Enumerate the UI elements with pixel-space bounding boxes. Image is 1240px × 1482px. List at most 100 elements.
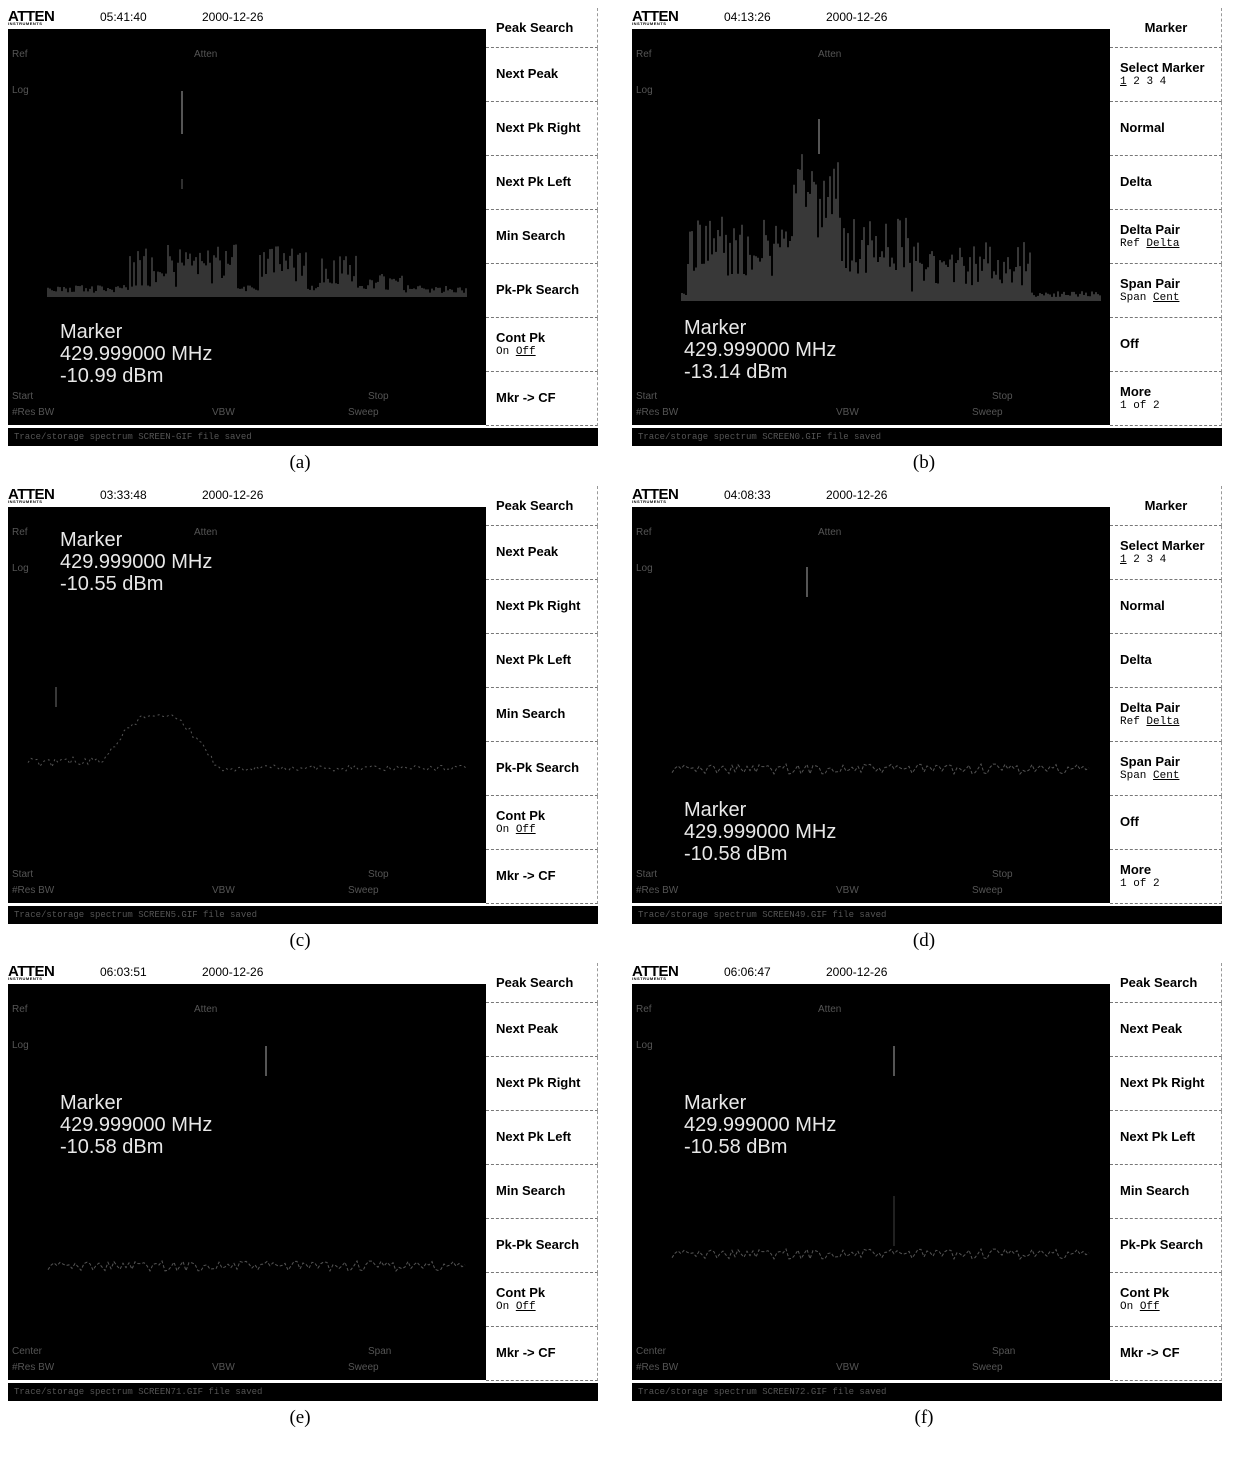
softkey-select-marker[interactable]: Select Marker 1 2 3 4 [1110,48,1222,102]
softkey-more[interactable]: More 1 of 2 [1110,850,1222,904]
softkey-delta[interactable]: Delta [1110,634,1222,688]
softkey-cont-pk[interactable]: Cont Pk On Off [486,318,598,372]
softkey-pk-pk-search[interactable]: Pk-Pk Search [486,1219,598,1273]
softkey-mkr-cf[interactable]: Mkr -> CF [486,1327,598,1381]
softkey-sublabel: 1 of 2 [1120,878,1160,890]
softkey-option: Delta [1146,238,1180,250]
start-freq-label: Center [636,1346,667,1357]
sweep-label: Sweep [972,885,1003,896]
softkey-more[interactable]: More 1 of 2 [1110,372,1222,426]
softkey-normal[interactable]: Normal [1110,580,1222,634]
softkey-option: On [1120,1301,1134,1313]
softkey-label: Marker [1144,498,1188,513]
atten-label: Atten [818,527,842,538]
softkey-option: On [496,346,510,358]
softkey-next-peak[interactable]: Next Peak [486,1003,598,1057]
softkey-label: Next Pk Left [496,652,572,667]
spectrum-display: Ref Atten Log Start Stop #Res BW VBW Swe… [8,507,486,903]
softkey-span-pair[interactable]: Span Pair Span Cent [1110,742,1222,796]
softkey-select-marker[interactable]: Select Marker 1 2 3 4 [1110,526,1222,580]
softkey-option: 4 [1159,554,1167,566]
softkey-next-pk-left[interactable]: Next Pk Left [1110,1111,1222,1165]
sweep-label: Sweep [348,885,379,896]
softkey-label: Select Marker [1120,60,1205,75]
softkey-min-search[interactable]: Min Search [1110,1165,1222,1219]
softkey-peak-search[interactable]: Peak Search [486,486,598,526]
softkey-next-pk-right[interactable]: Next Pk Right [1110,1057,1222,1111]
softkey-label: Mkr -> CF [496,390,556,405]
softkey-min-search[interactable]: Min Search [486,688,598,742]
softkey-next-peak[interactable]: Next Peak [486,48,598,102]
softkey-normal[interactable]: Normal [1110,102,1222,156]
marker-title: Marker [684,1092,747,1114]
softkey-options: On Off [496,824,536,836]
marker-level: -10.58 dBm [684,1136,788,1158]
spectrum-display: Ref Atten Log Start Stop #Res BW VBW Swe… [8,29,486,425]
softkey-cont-pk[interactable]: Cont Pk On Off [486,1273,598,1327]
atten-label: Atten [818,49,842,60]
status-line: Trace/storage spectrum SCREEN-GIF file s… [8,428,598,446]
softkey-option: Delta [1146,716,1180,728]
ref-level-label: Ref [12,49,28,60]
marker-frequency: 429.999000 MHz [60,343,213,365]
softkey-off[interactable]: Off [1110,318,1222,372]
softkey-label: Min Search [496,1183,566,1198]
marker-frequency: 429.999000 MHz [684,821,837,843]
softkey-next-peak[interactable]: Next Peak [486,526,598,580]
start-freq-label: Start [636,869,658,880]
sweep-label: Sweep [348,407,379,418]
clock-time: 04:08:33 [724,488,771,502]
softkey-delta-pair[interactable]: Delta Pair Ref Delta [1110,210,1222,264]
softkey-delta-pair[interactable]: Delta Pair Ref Delta [1110,688,1222,742]
softkey-label: Next Pk Left [496,174,572,189]
softkey-min-search[interactable]: Min Search [486,1165,598,1219]
softkey-mkr-cf[interactable]: Mkr -> CF [486,372,598,426]
softkey-label: Normal [1120,120,1165,135]
softkey-peak-search[interactable]: Peak Search [486,963,598,1003]
softkey-label: Delta [1120,174,1152,189]
analyzer-panel-b: ATTEN INSTRUMENTS 04:13:26 2000-12-26 Ref… [624,0,1224,473]
softkey-next-peak[interactable]: Next Peak [1110,1003,1222,1057]
softkey-next-pk-right[interactable]: Next Pk Right [486,102,598,156]
softkey-label: More [1120,384,1152,399]
softkey-menu: Peak Search Next Peak Next Pk Right Next Pk… [1110,963,1222,1381]
softkey-pk-pk-search[interactable]: Pk-Pk Search [1110,1219,1222,1273]
softkey-next-pk-right[interactable]: Next Pk Right [486,1057,598,1111]
softkey-delta[interactable]: Delta [1110,156,1222,210]
softkey-option: On [496,1301,510,1313]
softkey-peak-search[interactable]: Peak Search [1110,963,1222,1003]
softkey-label: Next Pk Left [496,1129,572,1144]
marker-title: Marker [60,321,123,343]
ref-level-label: Ref [636,49,652,60]
softkey-pk-pk-search[interactable]: Pk-Pk Search [486,264,598,318]
softkey-min-search[interactable]: Min Search [486,210,598,264]
softkey-menu: Peak Search Next Peak Next Pk Right Next Pk… [486,963,598,1381]
softkey-next-pk-left[interactable]: Next Pk Left [486,156,598,210]
softkey-cont-pk[interactable]: Cont Pk On Off [1110,1273,1222,1327]
softkey-sublabel: 1 of 2 [1120,400,1160,412]
softkey-span-pair[interactable]: Span Pair Span Cent [1110,264,1222,318]
softkey-pk-pk-search[interactable]: Pk-Pk Search [486,742,598,796]
softkey-mkr-cf[interactable]: Mkr -> CF [1110,1327,1222,1381]
top-bar: ATTEN INSTRUMENTS 06:03:51 2000-12-26 [0,955,480,983]
softkey-label: Next Peak [496,66,559,81]
brand-logo: ATTEN INSTRUMENTS [632,963,679,981]
analyzer-panel-a: ATTEN INSTRUMENTS 05:41:40 2000-12-26 Ref… [0,0,600,473]
softkey-next-pk-left[interactable]: Next Pk Left [486,634,598,688]
softkey-next-pk-right[interactable]: Next Pk Right [486,580,598,634]
softkey-mkr-cf[interactable]: Mkr -> CF [486,850,598,904]
softkey-off[interactable]: Off [1110,796,1222,850]
marker-readout: Marker 429.999000 MHz -10.58 dBm [684,799,836,865]
softkey-peak-search[interactable]: Peak Search [486,8,598,48]
spectrum-display: Ref Atten Log Start Stop #Res BW VBW Swe… [632,29,1110,425]
vbw-label: VBW [836,407,859,418]
vbw-label: VBW [836,1362,859,1373]
panel-caption: (b) [912,452,936,473]
clock-time: 05:41:40 [100,10,147,24]
marker-frequency: 429.999000 MHz [684,1114,837,1136]
softkey-option: Off [515,824,536,836]
softkey-next-pk-left[interactable]: Next Pk Left [486,1111,598,1165]
spectrum-display: Ref Atten Log Start Stop #Res BW VBW Swe… [632,507,1110,903]
softkey-cont-pk[interactable]: Cont Pk On Off [486,796,598,850]
scale-label: Log [636,85,653,96]
